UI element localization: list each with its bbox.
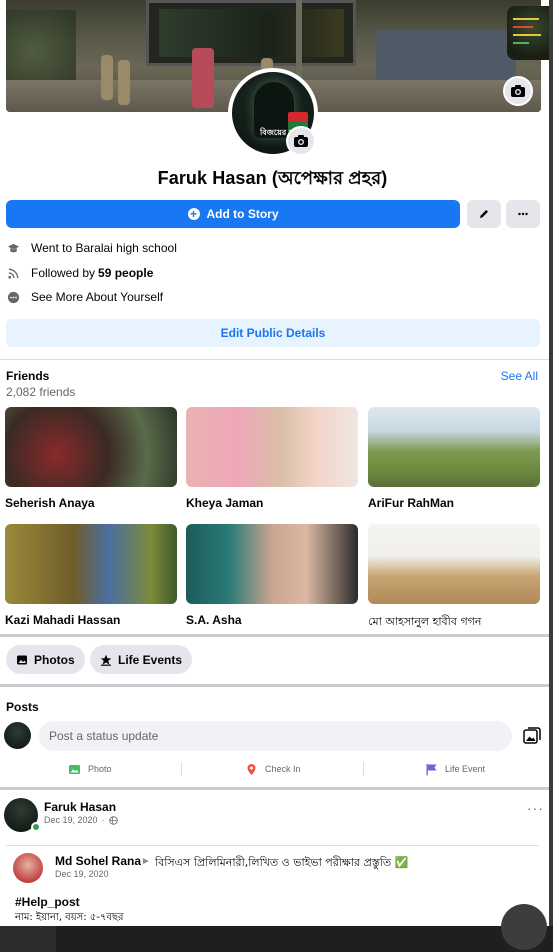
- cover-thumbnail: [507, 6, 549, 60]
- arrow-right-icon: ►: [141, 856, 151, 867]
- dots-circle-icon: [6, 290, 20, 304]
- friend-card[interactable]: AriFur RahMan: [368, 407, 540, 510]
- camera-icon: [511, 85, 525, 97]
- avatar: [4, 722, 31, 749]
- photos-chip[interactable]: Photos: [6, 645, 85, 674]
- rss-icon: [6, 266, 20, 280]
- globe-icon: [108, 815, 118, 825]
- post-meta: Dec 19, 2020 ·: [44, 815, 118, 825]
- friend-name: AriFur RahMan: [368, 496, 455, 510]
- friend-photo: [5, 524, 177, 604]
- friend-name: মো আহসানুল হাবীব গগন: [368, 615, 482, 628]
- detail-see-more[interactable]: See More About Yourself: [6, 288, 163, 306]
- detail-followers[interactable]: Followed by 59 people: [6, 264, 153, 282]
- status-input[interactable]: Post a status update: [39, 721, 512, 751]
- life-event-action-button[interactable]: Life Event: [425, 760, 485, 778]
- profile-name: Faruk Hasan (অপেক্ষার প্রহর): [157, 168, 388, 188]
- section-divider: [0, 684, 549, 687]
- see-all-friends-link[interactable]: See All: [501, 369, 538, 383]
- section-divider: [0, 634, 549, 637]
- life-events-chip[interactable]: Life Events: [90, 645, 193, 674]
- flag-icon: [426, 763, 437, 775]
- friend-photo: [5, 407, 177, 487]
- more-options-button[interactable]: [506, 200, 540, 228]
- plus-icon: +: [187, 208, 200, 220]
- photo-icon: [69, 764, 80, 774]
- profile-page: বিজয়ের মাসে Faruk Hasan (অপেক্ষার প্রহর…: [0, 0, 549, 926]
- friend-card[interactable]: Seherish Anaya: [5, 407, 177, 510]
- edit-public-details-button[interactable]: Edit Public Details: [6, 319, 540, 347]
- add-to-story-label: Add to Story: [206, 207, 279, 221]
- post-options-icon[interactable]: ···: [527, 800, 544, 816]
- online-indicator: [31, 822, 41, 832]
- floating-action-button[interactable]: [501, 904, 547, 950]
- ellipsis-icon: [518, 212, 528, 216]
- check-in-action-button[interactable]: Check In: [245, 760, 301, 778]
- post-date[interactable]: Dec 19, 2020: [44, 815, 98, 825]
- post-author-name[interactable]: Faruk Hasan: [44, 800, 116, 814]
- friends-title: Friends: [6, 369, 50, 383]
- friend-photo: [186, 524, 358, 604]
- post-body: নাম: ইয়ানা, বয়স: ৫-৭বছর: [15, 912, 124, 923]
- pencil-icon: [480, 210, 488, 218]
- gallery-icon[interactable]: [522, 726, 542, 746]
- detail-education: Went to Baralai high school: [6, 239, 177, 257]
- friends-count: 2,082 friends: [6, 385, 76, 399]
- friend-card[interactable]: S.A. Asha: [186, 524, 358, 627]
- location-pin-icon: [247, 763, 256, 775]
- graduation-cap-icon: [6, 241, 20, 255]
- post-hashtag[interactable]: #Help_post: [15, 895, 80, 909]
- camera-icon: [294, 135, 308, 147]
- edit-profile-button[interactable]: [467, 200, 501, 228]
- section-divider: [0, 359, 549, 360]
- shared-author-name[interactable]: Md Sohel Rana: [55, 854, 141, 868]
- edit-avatar-camera-button[interactable]: [286, 126, 316, 156]
- friend-photo: [368, 524, 540, 604]
- friend-name: Seherish Anaya: [5, 496, 95, 510]
- system-nav-bar: [0, 904, 553, 952]
- friend-card[interactable]: Kheya Jaman: [186, 407, 358, 510]
- posts-title: Posts: [6, 700, 39, 714]
- friend-photo: [368, 407, 540, 487]
- friend-card[interactable]: মো আহসানুল হাবীব গগন: [368, 524, 540, 632]
- photo-action-button[interactable]: Photo: [68, 760, 112, 778]
- device-frame: বিজয়ের মাসে Faruk Hasan (অপেক্ষার প্রহর…: [0, 0, 553, 952]
- edit-cover-camera-button[interactable]: [503, 76, 533, 106]
- shared-author-avatar[interactable]: [13, 853, 43, 883]
- friend-name: S.A. Asha: [186, 613, 242, 627]
- friend-name: Kazi Mahadi Hassan: [5, 613, 121, 627]
- friend-photo: [186, 407, 358, 487]
- friend-name: Kheya Jaman: [186, 496, 264, 510]
- star-icon: [100, 654, 112, 666]
- section-divider: [0, 787, 549, 790]
- shared-group-name[interactable]: বিসিএস প্রিলিমিনারী,লিখিত ও ভাইভা পরীক্ষ…: [155, 854, 408, 873]
- shared-post-date[interactable]: Dec 19, 2020: [55, 869, 109, 879]
- friend-card[interactable]: Kazi Mahadi Hassan: [5, 524, 177, 627]
- photo-icon: [17, 655, 27, 664]
- add-to-story-button[interactable]: + Add to Story: [6, 200, 460, 228]
